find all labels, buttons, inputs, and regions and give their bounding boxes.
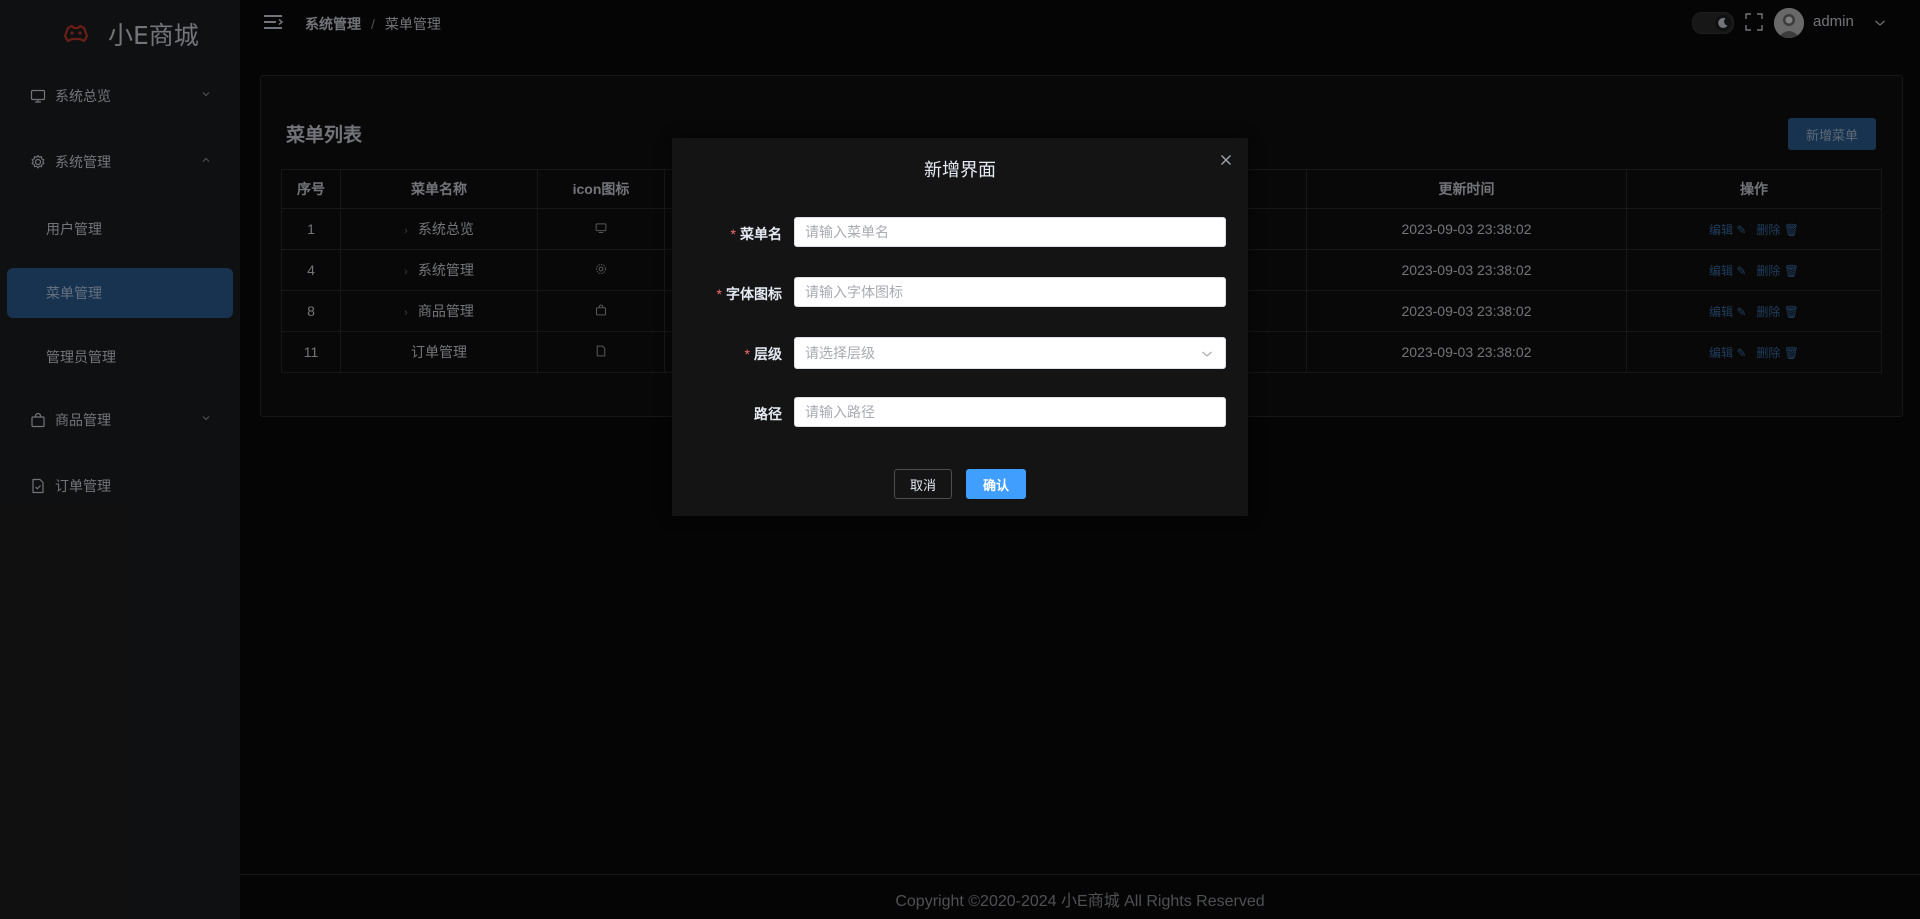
form-label: * 字体图标	[717, 284, 782, 304]
form-label: * 菜单名	[731, 224, 782, 244]
form-label-text: 层级	[754, 346, 782, 362]
add-menu-dialog: 新增界面 *菜单名 *字体图标 *层级 请选择层级 路径 取消 确认	[672, 138, 1248, 516]
form-label-text: 字体图标	[726, 286, 782, 302]
required-marker: *	[744, 346, 750, 362]
form-label: * 层级	[745, 344, 782, 364]
close-icon[interactable]	[1218, 152, 1234, 168]
form-row-path: 路径	[672, 397, 1248, 429]
font-icon-input[interactable]	[794, 277, 1226, 307]
menu-name-input[interactable]	[794, 217, 1226, 247]
level-select[interactable]: 请选择层级	[794, 337, 1226, 369]
form-row-font-icon: * 字体图标	[672, 277, 1248, 309]
confirm-button[interactable]: 确认	[966, 469, 1026, 499]
form-row-menu-name: * 菜单名	[672, 217, 1248, 249]
select-placeholder: 请选择层级	[805, 345, 875, 361]
form-row-level: * 层级 请选择层级	[672, 337, 1248, 369]
path-input[interactable]	[794, 397, 1226, 427]
required-marker: *	[716, 286, 722, 302]
cancel-button[interactable]: 取消	[894, 469, 952, 499]
chevron-down-icon	[1202, 351, 1212, 357]
form-label-text: 菜单名	[740, 226, 782, 242]
dialog-title: 新增界面	[924, 160, 996, 180]
required-marker: *	[730, 226, 736, 242]
form-label: 路径	[754, 406, 782, 422]
